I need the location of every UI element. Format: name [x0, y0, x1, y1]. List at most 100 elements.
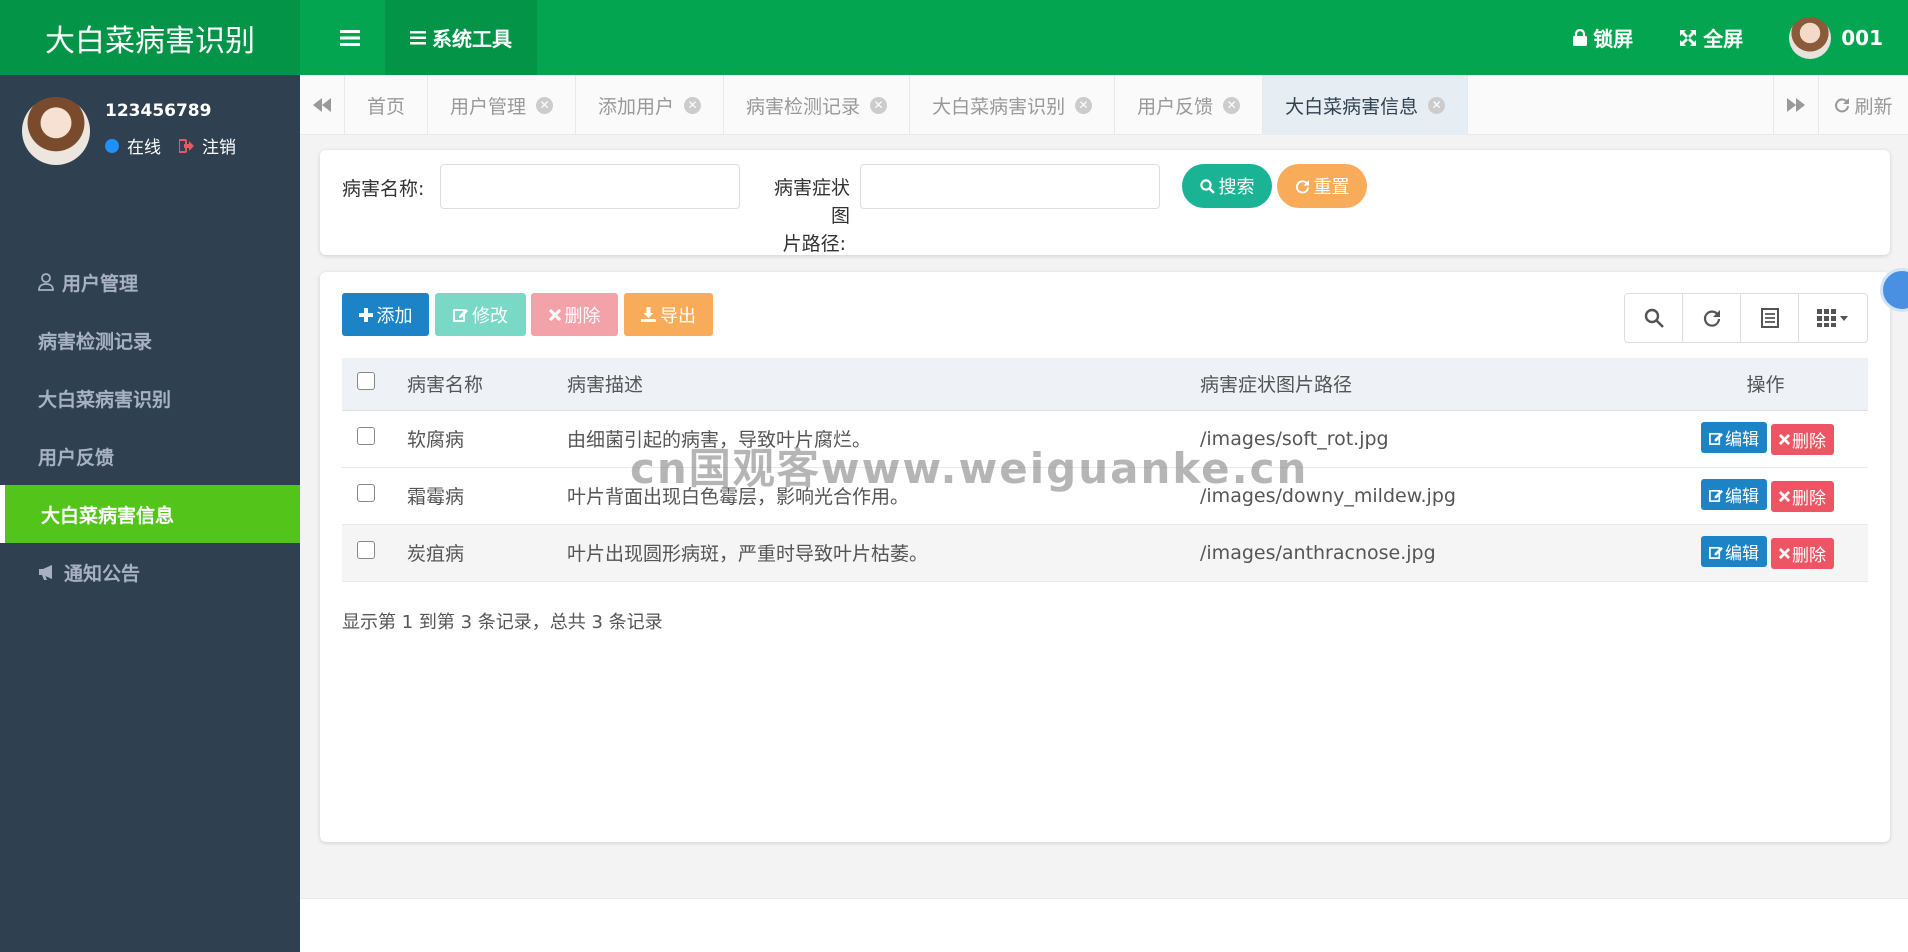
close-icon[interactable]: ✕	[684, 96, 702, 114]
search-icon	[1199, 178, 1215, 194]
disease-name-label: 病害名称:	[342, 178, 425, 200]
export-button-label: 导出	[660, 305, 696, 327]
sidebar-item-user-management[interactable]: 用户管理	[0, 253, 300, 311]
search-button[interactable]: 搜索	[1182, 164, 1272, 208]
tabs-scroll-left-button[interactable]	[300, 75, 345, 135]
user-menu[interactable]: 001	[1789, 16, 1883, 59]
row-checkbox[interactable]	[357, 484, 375, 502]
tab-label: 用户反馈	[1137, 95, 1214, 118]
cell-actions: 编辑 删除	[1663, 524, 1868, 582]
close-icon[interactable]: ✕	[1428, 96, 1446, 114]
cell-actions: 编辑 删除	[1663, 410, 1868, 468]
close-icon[interactable]: ✕	[1223, 96, 1241, 114]
plus-icon	[358, 307, 373, 322]
cell-name: 软腐病	[407, 410, 567, 468]
table-toggle-view-button[interactable]	[1741, 294, 1799, 342]
lock-screen-button[interactable]: 锁屏	[1573, 23, 1633, 52]
tab-detection-records[interactable]: 病害检测记录 ✕	[724, 75, 911, 135]
sidebar-item-detection-records[interactable]: 病害检测记录	[0, 311, 300, 369]
table-refresh-button[interactable]	[1683, 294, 1741, 342]
user-panel: 123456789 在线 注销	[22, 97, 292, 167]
table-search-toggle[interactable]	[1625, 294, 1683, 342]
tab-user-management[interactable]: 用户管理 ✕	[428, 75, 577, 135]
system-tools-menu[interactable]: 系统工具	[385, 0, 537, 75]
delete-button-label: 删除	[564, 305, 601, 327]
fullscreen-button[interactable]: 全屏	[1679, 23, 1743, 52]
tabs-scroll-right-button[interactable]	[1773, 75, 1818, 135]
top-navbar: 大白菜病害识别 系统工具 锁屏 全屏 001	[0, 0, 1908, 75]
row-edit-label: 编辑	[1725, 544, 1759, 565]
tab-add-user[interactable]: 添加用户 ✕	[576, 75, 725, 135]
column-header-description[interactable]: 病害描述	[567, 358, 1200, 411]
select-all-checkbox[interactable]	[357, 372, 375, 391]
reset-button[interactable]: 重置	[1277, 164, 1367, 208]
tab-home[interactable]: 首页	[345, 75, 429, 135]
table-columns-dropdown[interactable]	[1799, 294, 1867, 342]
column-header-image-path[interactable]: 病害症状图片路径	[1200, 358, 1663, 411]
tab-label: 病害检测记录	[746, 95, 861, 118]
row-edit-label: 编辑	[1725, 487, 1759, 508]
edit-button[interactable]: 修改	[435, 293, 526, 336]
sidebar-item-label: 大白菜病害信息	[41, 504, 175, 527]
edit-icon	[1709, 488, 1723, 502]
sidebar-item-notice[interactable]: 通知公告	[0, 543, 300, 601]
symptom-image-path-label: 病害症状图 片路径:	[762, 174, 850, 258]
online-dot-icon	[105, 138, 119, 153]
system-tools-label: 系统工具	[432, 27, 512, 51]
sidebar-nav: 用户管理 病害检测记录 大白菜病害识别 用户反馈 大白菜病害信息 通知公告	[0, 253, 300, 601]
tab-label: 大白菜病害信息	[1285, 95, 1419, 118]
sign-out-icon[interactable]	[179, 138, 194, 153]
refresh-label: 刷新	[1854, 95, 1893, 118]
row-edit-button[interactable]: 编辑	[1701, 536, 1767, 568]
backward-icon	[313, 98, 331, 112]
sidebar-item-disease-info[interactable]: 大白菜病害信息	[0, 485, 300, 543]
footer	[300, 898, 1908, 952]
cell-name: 炭疽病	[407, 524, 567, 582]
symptom-image-path-input[interactable]	[860, 164, 1160, 209]
add-button[interactable]: 添加	[342, 293, 429, 336]
user-icon	[38, 273, 54, 291]
cell-image-path: /images/soft_rot.jpg	[1200, 410, 1663, 468]
row-checkbox[interactable]	[357, 541, 375, 559]
cell-name: 霜霉病	[407, 467, 567, 525]
column-header-name[interactable]: 病害名称	[407, 358, 567, 411]
table-header-row: 病害名称 病害描述 病害症状图片路径 操作	[342, 358, 1868, 411]
row-delete-button[interactable]: 删除	[1771, 423, 1834, 455]
delete-button[interactable]: 删除	[531, 293, 618, 336]
top-right-actions: 锁屏 全屏 001	[1573, 0, 1883, 75]
tab-disease-recognition[interactable]: 大白菜病害识别 ✕	[910, 75, 1116, 135]
close-icon[interactable]: ✕	[536, 96, 554, 114]
forward-icon	[1787, 98, 1805, 112]
row-delete-label: 删除	[1792, 488, 1826, 509]
menu-toggle-icon[interactable]	[330, 18, 370, 58]
sidebar-item-disease-recognition[interactable]: 大白菜病害识别	[0, 369, 300, 427]
sidebar-item-user-feedback[interactable]: 用户反馈	[0, 427, 300, 485]
row-checkbox[interactable]	[357, 427, 375, 445]
app-logo-title[interactable]: 大白菜病害识别	[0, 0, 300, 75]
logout-link[interactable]: 注销	[202, 133, 236, 158]
remove-icon	[548, 308, 561, 321]
reset-button-label: 重置	[1313, 177, 1350, 198]
search-button-label: 搜索	[1218, 177, 1255, 198]
user-name: 123456789	[105, 101, 212, 121]
close-icon[interactable]: ✕	[1075, 96, 1093, 114]
close-icon[interactable]: ✕	[870, 96, 888, 114]
disease-name-input[interactable]	[440, 164, 740, 209]
row-delete-button[interactable]: 删除	[1771, 537, 1834, 569]
edit-icon	[453, 307, 468, 322]
fullscreen-label: 全屏	[1703, 27, 1744, 51]
row-edit-button[interactable]: 编辑	[1701, 479, 1767, 511]
row-edit-label: 编辑	[1725, 430, 1759, 451]
pagination-info: 显示第 1 到第 3 条记录，总共 3 条记录	[342, 612, 663, 633]
tab-disease-info[interactable]: 大白菜病害信息 ✕	[1263, 75, 1469, 135]
online-label: 在线	[127, 138, 161, 158]
export-button[interactable]: 导出	[624, 293, 713, 336]
cell-description: 叶片背面出现白色霉层，影响光合作用。	[567, 467, 1200, 525]
table-row: 炭疽病 叶片出现圆形病斑，严重时导致叶片枯萎。 /images/anthracn…	[342, 524, 1868, 582]
row-delete-button[interactable]: 删除	[1771, 480, 1834, 512]
cell-actions: 编辑 删除	[1663, 467, 1868, 525]
tab-user-feedback[interactable]: 用户反馈 ✕	[1115, 75, 1264, 135]
row-edit-button[interactable]: 编辑	[1701, 422, 1767, 454]
refresh-tab-button[interactable]: 刷新	[1818, 75, 1908, 135]
sidebar-item-label: 大白菜病害识别	[38, 388, 172, 411]
